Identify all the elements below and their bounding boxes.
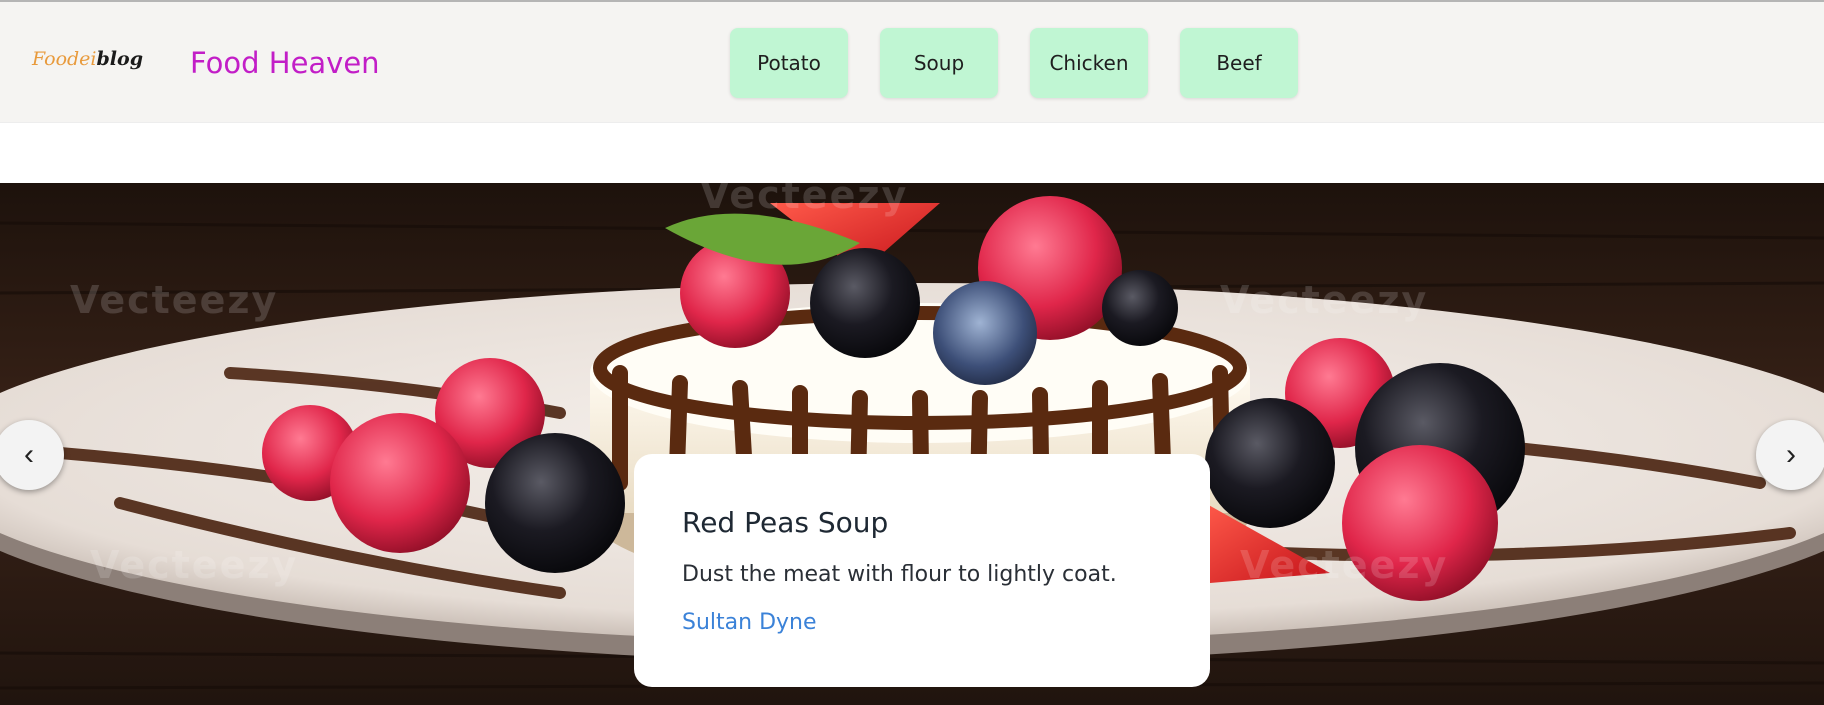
category-potato-button[interactable]: Potato bbox=[730, 28, 848, 98]
caption-title: Red Peas Soup bbox=[682, 506, 889, 539]
caption-description: Dust the meat with flour to lightly coat… bbox=[682, 562, 1117, 587]
carousel-caption-card: Red Peas Soup Dust the meat with flour t… bbox=[634, 454, 1210, 687]
category-beef-button[interactable]: Beef bbox=[1180, 28, 1298, 98]
chevron-left-icon: ‹ bbox=[24, 438, 34, 471]
category-chicken-button[interactable]: Chicken bbox=[1030, 28, 1148, 98]
navbar: Foodeiblog Food Heaven Potato Soup Chick… bbox=[0, 2, 1824, 123]
watermark-text: Vecteezy bbox=[1220, 278, 1429, 322]
caption-author-link[interactable]: Sultan Dyne bbox=[682, 610, 817, 635]
category-soup-button[interactable]: Soup bbox=[880, 28, 998, 98]
chevron-right-icon: › bbox=[1786, 438, 1796, 471]
watermark-text: Vecteezy bbox=[90, 543, 299, 587]
watermark-text: Vecteezy bbox=[700, 183, 909, 217]
logo-text-primary: Foodei bbox=[32, 48, 97, 70]
carousel-next-button[interactable]: › bbox=[1756, 420, 1824, 490]
watermark-text: Vecteezy bbox=[70, 278, 279, 322]
site-logo[interactable]: Foodeiblog bbox=[32, 48, 143, 70]
watermark-text: Vecteezy bbox=[1240, 543, 1449, 587]
logo-text-secondary: blog bbox=[96, 48, 143, 70]
brand-link[interactable]: Food Heaven bbox=[190, 46, 380, 80]
